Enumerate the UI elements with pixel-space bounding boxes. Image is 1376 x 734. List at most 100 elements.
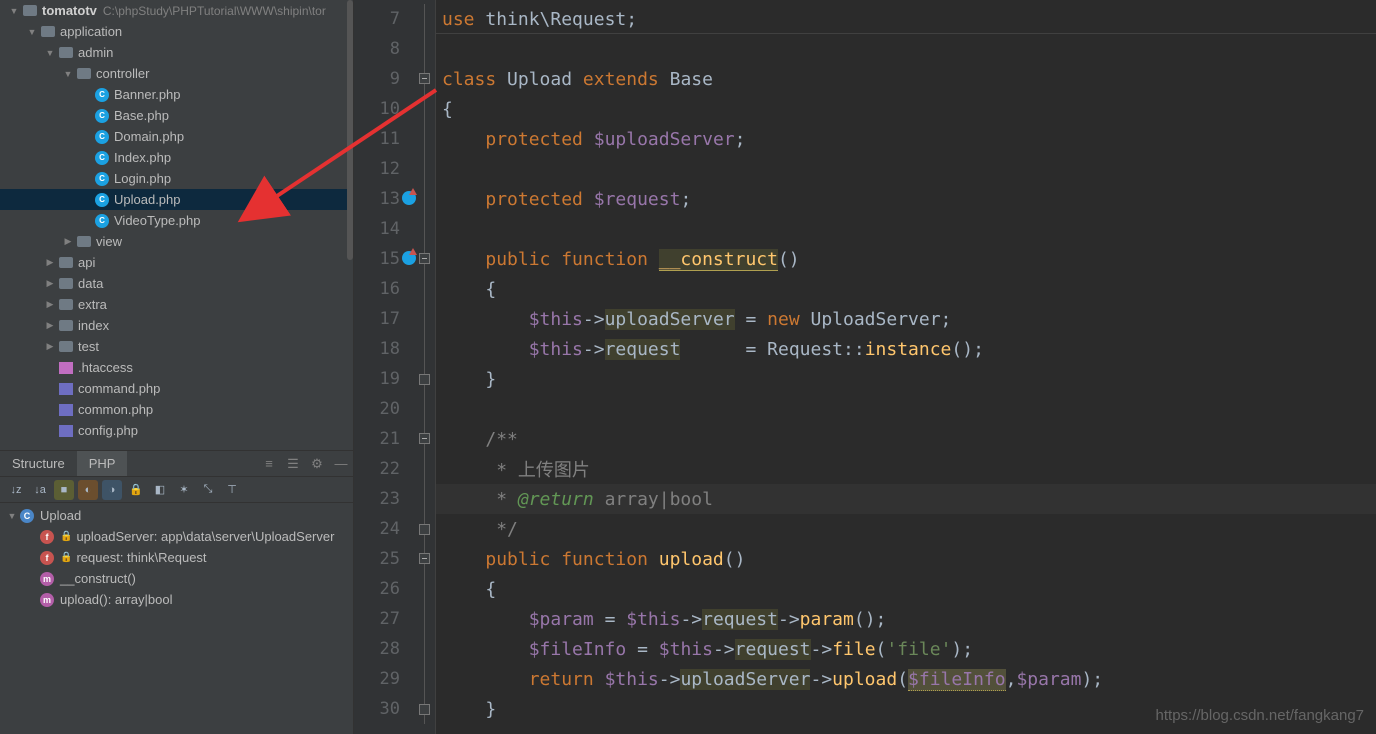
tree-item[interactable]: ▼tomatotv C:\phpStudy\PHPTutorial\WWW\sh… (0, 0, 347, 21)
code-line[interactable]: * @return array|bool (436, 484, 1376, 514)
line-number[interactable]: 21 (354, 424, 418, 454)
code-line[interactable]: protected $request; (436, 184, 1376, 214)
tree-item[interactable]: Base.php (0, 105, 347, 126)
structure-item[interactable]: ▼Upload (0, 505, 353, 526)
show-toolbar-button[interactable]: ◧ (150, 480, 170, 500)
line-number[interactable]: 14 (354, 214, 418, 244)
code-line[interactable]: { (436, 574, 1376, 604)
line-number[interactable]: 28 (354, 634, 418, 664)
structure-item[interactable]: __construct() (0, 568, 353, 589)
line-number[interactable]: 7 (354, 4, 418, 34)
line-number[interactable]: 23 (354, 484, 418, 514)
sort-alpha-button[interactable]: ↓z (6, 480, 26, 500)
line-number[interactable]: 24 (354, 514, 418, 544)
code-editor[interactable]: 7891011121314151617181920212223242526272… (354, 0, 1376, 734)
line-number[interactable]: 18 (354, 334, 418, 364)
fold-end-icon[interactable] (419, 374, 430, 385)
tree-item[interactable]: ▶extra (0, 294, 347, 315)
show-fields-button[interactable]: ■ (54, 480, 74, 500)
tree-item[interactable]: .htaccess (0, 357, 347, 378)
tree-item[interactable]: ▶index (0, 315, 347, 336)
sort-visibility-button[interactable]: ↓a (30, 480, 50, 500)
code-area[interactable]: use think\Request; class Upload extends B… (436, 0, 1376, 734)
minimize-icon[interactable]: — (331, 454, 351, 474)
tree-item[interactable]: Banner.php (0, 84, 347, 105)
editor-gutter[interactable]: 7891011121314151617181920212223242526272… (354, 0, 418, 734)
code-line[interactable]: */ (436, 514, 1376, 544)
line-number[interactable]: 13 (354, 184, 418, 214)
collapse-all-button[interactable]: ⤡ (198, 480, 218, 500)
code-line[interactable]: /** (436, 424, 1376, 454)
code-line[interactable] (436, 394, 1376, 424)
tree-item[interactable]: ▼application (0, 21, 347, 42)
sort-icon[interactable]: ≡ (259, 454, 279, 474)
code-line[interactable]: class Upload extends Base (436, 64, 1376, 94)
line-number[interactable]: 10 (354, 94, 418, 124)
tree-item[interactable]: ▼controller (0, 63, 347, 84)
code-line[interactable]: return $this->uploadServer->upload($file… (436, 664, 1376, 694)
fold-end-icon[interactable] (419, 704, 430, 715)
tree-item[interactable]: ▶data (0, 273, 347, 294)
fold-column[interactable] (418, 0, 436, 734)
code-line[interactable]: $fileInfo = $this->request->file('file')… (436, 634, 1376, 664)
override-marker-icon[interactable] (402, 251, 416, 265)
tree-item[interactable]: common.php (0, 399, 347, 420)
line-number[interactable]: 30 (354, 694, 418, 724)
tree-item[interactable]: Index.php (0, 147, 347, 168)
code-line[interactable]: * 上传图片 (436, 454, 1376, 484)
structure-item[interactable]: 🔒uploadServer: app\data\server\UploadSer… (0, 526, 353, 547)
project-scrollbar[interactable] (347, 0, 353, 450)
line-number[interactable]: 16 (354, 274, 418, 304)
code-line[interactable]: public function upload() (436, 544, 1376, 574)
code-line[interactable]: $this->uploadServer = new UploadServer; (436, 304, 1376, 334)
tree-item[interactable]: Domain.php (0, 126, 347, 147)
line-number[interactable]: 8 (354, 34, 418, 64)
tree-item[interactable]: ▶api (0, 252, 347, 273)
line-number[interactable]: 17 (354, 304, 418, 334)
line-number[interactable]: 15 (354, 244, 418, 274)
gear-icon[interactable]: ⚙ (307, 454, 327, 474)
line-number[interactable]: 9 (354, 64, 418, 94)
expand-all-button[interactable]: ✶ (174, 480, 194, 500)
structure-body[interactable]: ▼Upload🔒uploadServer: app\data\server\Up… (0, 503, 353, 734)
fold-toggle-icon[interactable] (419, 253, 430, 264)
line-number[interactable]: 11 (354, 124, 418, 154)
code-line[interactable]: { (436, 274, 1376, 304)
code-line[interactable] (436, 154, 1376, 184)
line-number[interactable]: 12 (354, 154, 418, 184)
tab-php[interactable]: PHP (77, 451, 128, 476)
line-number[interactable]: 25 (354, 544, 418, 574)
code-line[interactable]: $param = $this->request->param(); (436, 604, 1376, 634)
tree-item[interactable]: ▶view (0, 231, 347, 252)
autoscroll-button[interactable]: ⊤ (222, 480, 242, 500)
code-line[interactable]: protected $uploadServer; (436, 124, 1376, 154)
project-tree[interactable]: ▼tomatotv C:\phpStudy\PHPTutorial\WWW\sh… (0, 0, 353, 450)
fold-end-icon[interactable] (419, 524, 430, 535)
line-number[interactable]: 19 (354, 364, 418, 394)
tree-item[interactable]: command.php (0, 378, 347, 399)
tree-item[interactable]: VideoType.php (0, 210, 347, 231)
line-number[interactable]: 22 (354, 454, 418, 484)
show-anon-button[interactable]: ◑ (102, 480, 122, 500)
fold-toggle-icon[interactable] (419, 433, 430, 444)
fold-toggle-icon[interactable] (419, 73, 430, 84)
code-line[interactable]: public function __construct() (436, 244, 1376, 274)
line-number[interactable]: 29 (354, 664, 418, 694)
code-line[interactable]: { (436, 94, 1376, 124)
structure-item[interactable]: 🔒request: think\Request (0, 547, 353, 568)
tree-item[interactable]: config.php (0, 420, 347, 441)
override-marker-icon[interactable] (402, 191, 416, 205)
code-line[interactable] (436, 34, 1376, 64)
code-line[interactable]: use think\Request; (436, 4, 1376, 34)
code-line[interactable] (436, 214, 1376, 244)
tree-item[interactable]: Login.php (0, 168, 347, 189)
code-line[interactable]: $this->request = Request::instance(); (436, 334, 1376, 364)
line-number[interactable]: 26 (354, 574, 418, 604)
line-number[interactable]: 27 (354, 604, 418, 634)
structure-item[interactable]: upload(): array|bool (0, 589, 353, 610)
code-line[interactable]: } (436, 364, 1376, 394)
filter-icon[interactable]: ☰ (283, 454, 303, 474)
fold-toggle-icon[interactable] (419, 553, 430, 564)
tree-item[interactable]: ▶test (0, 336, 347, 357)
tree-item[interactable]: ▼admin (0, 42, 347, 63)
